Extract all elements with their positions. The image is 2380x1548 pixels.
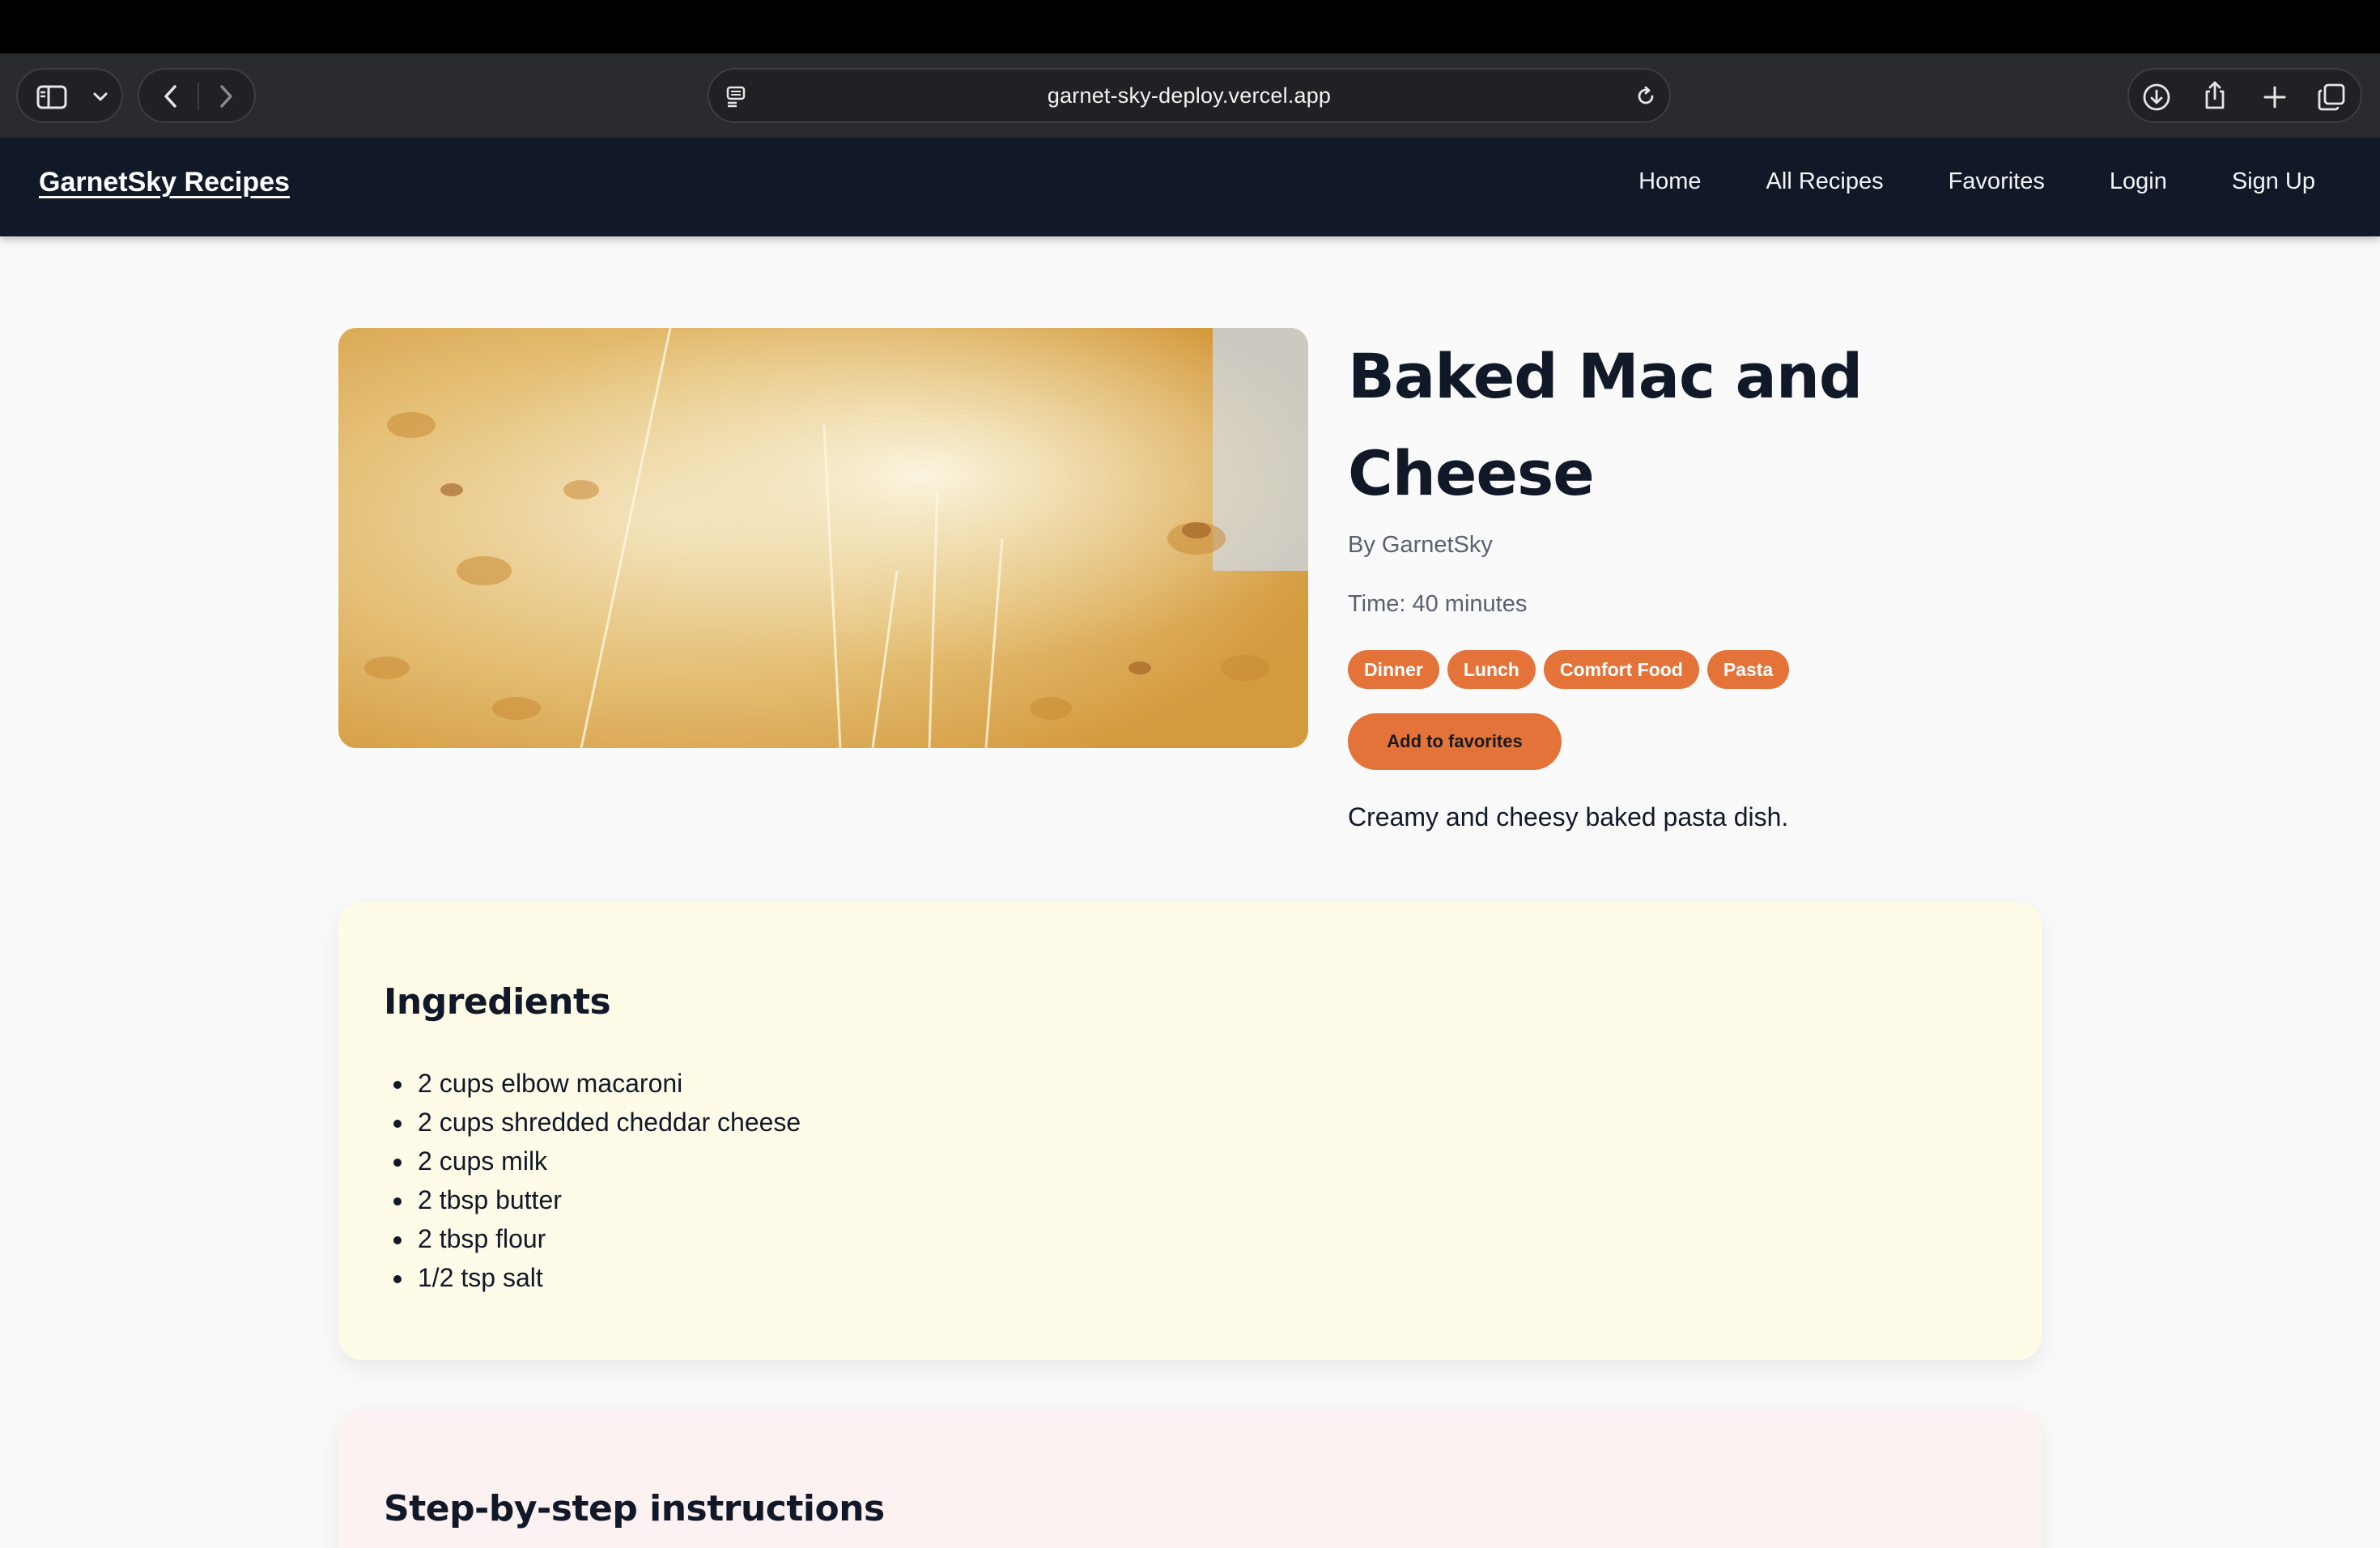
instructions-heading: Step-by-step instructions [384,1488,885,1529]
recipe-info: Baked Mac and Cheese By GarnetSky Time: … [1348,328,1963,832]
history-navigation [138,68,256,123]
recipe-description: Creamy and cheesy baked pasta dish. [1348,802,1789,831]
tabs-overview-icon[interactable] [2315,81,2348,113]
instructions-card: Step-by-step instructions [338,1409,2042,1548]
recipe-photo [338,328,1308,748]
forward-icon[interactable] [212,83,240,110]
ingredient-item: 2 tbsp flour [414,1219,801,1258]
new-tab-icon[interactable] [2259,81,2291,113]
recipe-title: Baked Mac and Cheese [1348,340,1863,509]
browser-actions [2127,68,2362,123]
tag-badge[interactable]: Comfort Food [1543,650,1699,689]
ingredients-heading: Ingredients [384,981,611,1023]
tag-badge[interactable]: Pasta [1706,650,1790,689]
reload-icon[interactable] [1632,83,1660,110]
ingredient-item: 2 cups elbow macaroni [414,1064,801,1103]
sidebar-control [16,68,123,123]
ingredient-item: 2 cups milk [414,1142,801,1180]
browser-toolbar: garnet-sky-deploy.vercel.app [0,53,2380,138]
nav-signup[interactable]: Sign Up [2232,168,2315,195]
nav-home[interactable]: Home [1638,168,1701,195]
ingredient-item: 2 tbsp butter [414,1180,801,1219]
recipe-tags: Dinner Lunch Comfort Food Pasta [1348,650,1963,689]
download-icon[interactable] [2140,81,2173,113]
nav-divider [198,83,199,110]
brand-link[interactable]: GarnetSky Recipes [39,167,290,198]
back-icon[interactable] [157,83,185,110]
url-text: garnet-sky-deploy.vercel.app [1047,83,1332,108]
nav-all-recipes[interactable]: All Recipes [1766,168,1884,195]
recipe-time: Time: 40 minutes [1348,591,1528,617]
recipe-author: By GarnetSky [1348,532,1493,558]
chevron-down-icon[interactable] [89,86,112,108]
reader-icon[interactable] [722,83,750,110]
nav-login[interactable]: Login [2110,168,2167,195]
ingredient-item: 1/2 tsp salt [414,1258,801,1297]
os-top-bar [0,0,2380,53]
nav-favorites[interactable]: Favorites [1949,168,2045,195]
main-nav: Home All Recipes Favorites Login Sign Up [1638,168,2315,195]
share-icon[interactable] [2199,79,2231,112]
sidebar-icon[interactable] [36,81,68,113]
ingredients-card: Ingredients 2 cups elbow macaroni 2 cups… [338,902,2042,1360]
tag-badge[interactable]: Lunch [1447,650,1536,689]
site-header: GarnetSky Recipes Home All Recipes Favor… [0,138,2380,236]
tag-badge[interactable]: Dinner [1348,650,1439,689]
address-bar[interactable]: garnet-sky-deploy.vercel.app [708,68,1671,123]
ingredients-list: 2 cups elbow macaroni 2 cups shredded ch… [414,1064,801,1297]
ingredient-item: 2 cups shredded cheddar cheese [414,1103,801,1142]
add-to-favorites-button[interactable]: Add to favorites [1348,713,1562,770]
